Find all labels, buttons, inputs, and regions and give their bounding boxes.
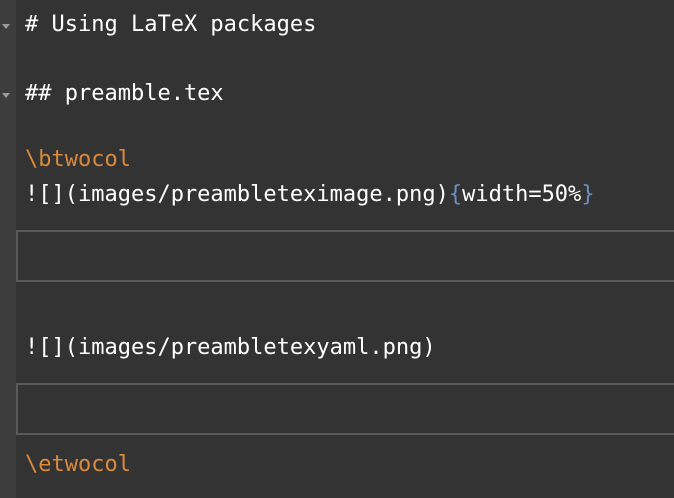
code-editor[interactable]: # Using LaTeX packages ## preamble.tex \… xyxy=(0,0,674,498)
fold-chevron-down-icon[interactable] xyxy=(2,93,10,98)
image-link-text: ![](images/preambleteximage.png) xyxy=(25,182,449,207)
image-link-line-1[interactable]: ![](images/preambleteximage.png){width=5… xyxy=(25,180,595,210)
subheading-line[interactable]: ## preamble.tex xyxy=(25,79,224,109)
image-link-line-2[interactable]: ![](images/preambletexyaml.png) xyxy=(25,333,436,363)
latex-command-etwocol[interactable]: \etwocol xyxy=(25,450,131,480)
chunk-output-box-2 xyxy=(16,383,674,435)
brace-open: { xyxy=(448,182,463,207)
fold-chevron-down-icon[interactable] xyxy=(2,24,10,29)
brace-close: } xyxy=(581,182,595,207)
chunk-output-box-1 xyxy=(16,230,674,282)
heading-line[interactable]: # Using LaTeX packages xyxy=(25,10,316,40)
latex-command-btwocol[interactable]: \btwocol xyxy=(25,145,131,175)
width-attribute: width=50% xyxy=(462,182,582,207)
editor-gutter xyxy=(0,0,16,498)
